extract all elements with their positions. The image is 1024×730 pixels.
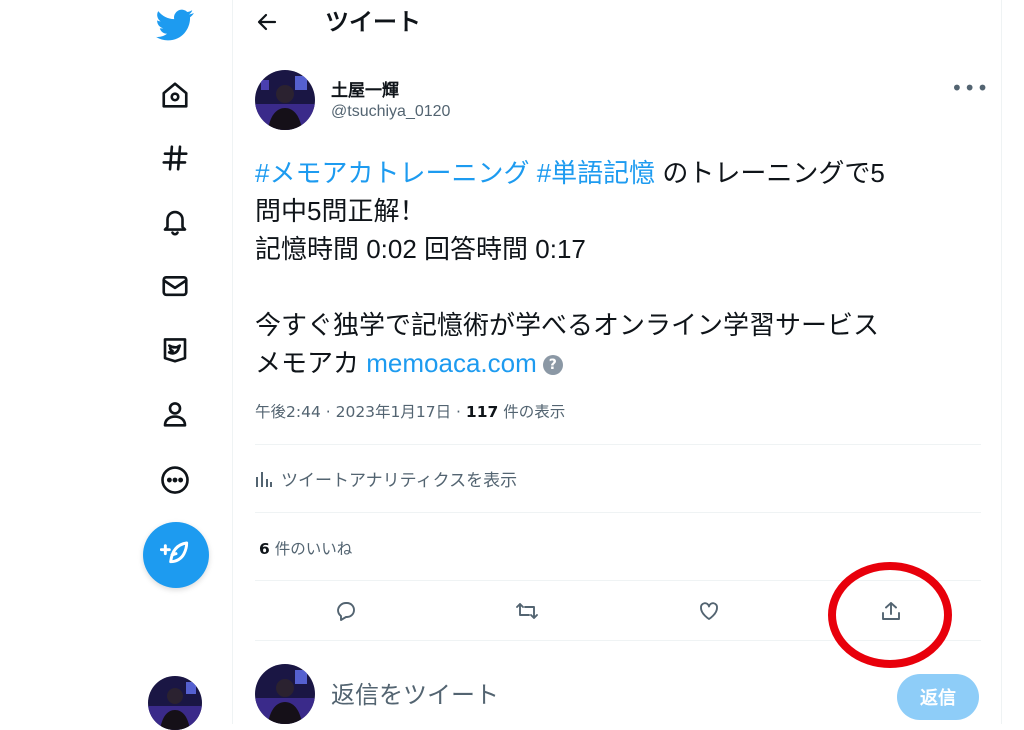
likes-count-link[interactable]: 6 件のいいね bbox=[259, 537, 352, 559]
page-header: ツイート bbox=[233, 0, 1001, 44]
heart-icon bbox=[700, 602, 718, 620]
divider bbox=[255, 512, 981, 513]
reply-avatar[interactable] bbox=[255, 664, 315, 724]
reply-submit-button[interactable]: 返信 bbox=[897, 674, 979, 720]
hashtag-link[interactable]: #単語記憶 bbox=[537, 158, 655, 188]
tweet-date[interactable]: 2023年1月17日 bbox=[336, 403, 452, 421]
divider bbox=[255, 444, 981, 445]
share-icon bbox=[882, 602, 900, 620]
profile-icon[interactable] bbox=[150, 389, 200, 439]
account-avatar[interactable] bbox=[148, 676, 202, 730]
hashtag-icon[interactable] bbox=[150, 133, 200, 183]
tweet-text-line: 今すぐ独学で記憶術が学べるオンライン学習サービス bbox=[255, 310, 880, 340]
main-column: ツイート 土屋一輝 @tsuchiya_0120 ••• #メモアカトレーニング… bbox=[232, 0, 1002, 724]
author-avatar[interactable] bbox=[255, 70, 315, 130]
tweet-text-segment: のトレーニングで5 bbox=[662, 158, 885, 188]
tweet-meta: 午後2:44 · 2023年1月17日 · 117 件の表示 bbox=[255, 403, 566, 421]
tweet-text-line: 問中5問正解！ bbox=[255, 196, 426, 226]
author-name[interactable]: 土屋一輝 bbox=[331, 76, 399, 101]
views-count: 117 bbox=[465, 403, 499, 421]
tweet-text-segment: メモアカ bbox=[255, 348, 360, 378]
tweet-actions bbox=[255, 586, 981, 636]
tweet-analytics-link[interactable]: ツイートアナリティクスを表示 bbox=[255, 466, 517, 491]
likes-count: 6 bbox=[259, 540, 270, 558]
reply-input[interactable] bbox=[331, 676, 851, 716]
retweet-icon bbox=[516, 603, 538, 619]
tweet-text-line: 記憶時間 0:02 回答時間 0:17 bbox=[255, 234, 586, 264]
like-action-button[interactable] bbox=[690, 592, 728, 630]
divider bbox=[255, 640, 981, 641]
hashtag-link[interactable]: #メモアカトレーニング bbox=[255, 158, 529, 188]
tweet-more-options-icon[interactable]: ••• bbox=[951, 76, 989, 100]
divider bbox=[255, 580, 981, 581]
more-icon[interactable] bbox=[150, 455, 200, 505]
compose-tweet-button[interactable] bbox=[143, 522, 209, 588]
mail-icon[interactable] bbox=[150, 261, 200, 311]
reply-action-button[interactable] bbox=[327, 592, 365, 630]
views-label: 件の表示 bbox=[503, 403, 566, 421]
share-action-button[interactable] bbox=[872, 592, 910, 630]
analytics-label: ツイートアナリティクスを表示 bbox=[281, 471, 518, 491]
author-handle[interactable]: @tsuchiya_0120 bbox=[331, 103, 450, 121]
back-arrow-icon bbox=[257, 13, 277, 31]
help-icon[interactable]: ? bbox=[542, 355, 563, 375]
back-button[interactable] bbox=[249, 4, 285, 40]
bookmark-icon[interactable] bbox=[150, 325, 200, 375]
bell-icon[interactable] bbox=[150, 197, 200, 247]
tweet-text: #メモアカトレーニング #単語記憶 のトレーニングで5 問中5問正解！ 記憶時間… bbox=[255, 154, 985, 382]
external-link[interactable]: memoaca.com bbox=[366, 348, 537, 378]
twitter-logo-icon[interactable] bbox=[150, 0, 200, 50]
reply-icon bbox=[337, 602, 355, 621]
analytics-icon bbox=[256, 471, 272, 487]
left-nav bbox=[130, 0, 230, 730]
tweet-time[interactable]: 午後2:44 bbox=[255, 403, 321, 421]
likes-label: 件のいいね bbox=[274, 540, 353, 558]
page-title: ツイート bbox=[325, 8, 421, 36]
home-icon[interactable] bbox=[150, 70, 200, 120]
retweet-action-button[interactable] bbox=[508, 592, 546, 630]
compose-icon bbox=[160, 541, 189, 564]
